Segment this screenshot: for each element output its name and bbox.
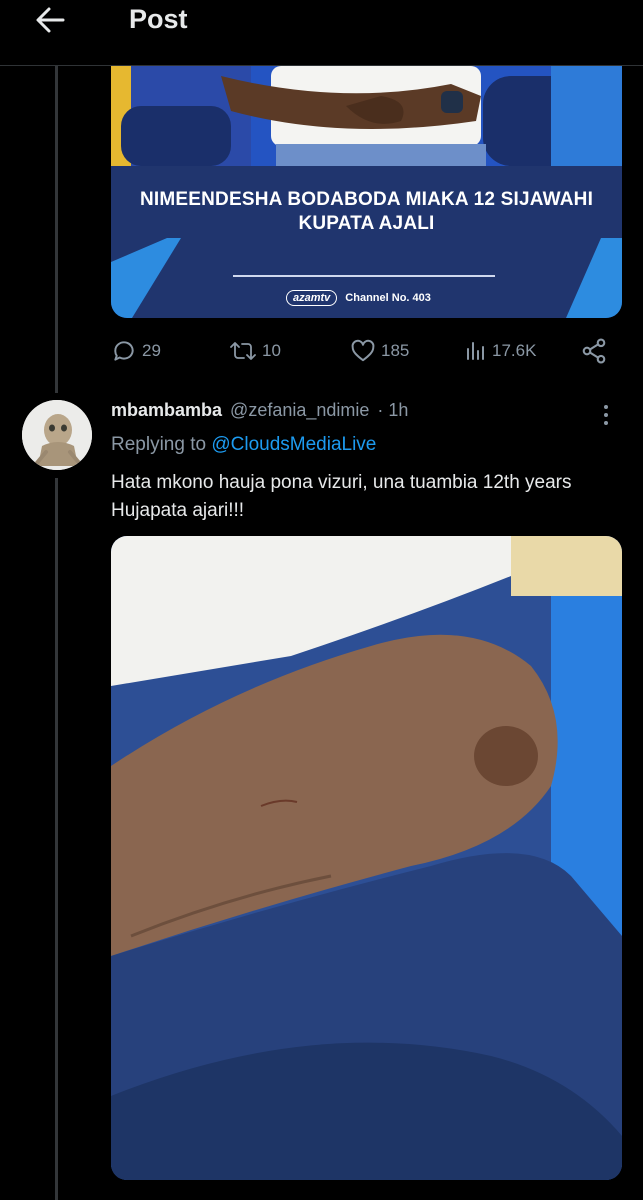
heart-icon (351, 339, 375, 362)
reply-body: Hata mkono hauja pona vizuri, una tuambi… (111, 472, 572, 521)
view-count: 17.6K (492, 341, 537, 360)
author-display-name[interactable]: mbambamba (111, 400, 222, 421)
like-button[interactable]: 185 (350, 337, 409, 365)
share-button[interactable] (580, 337, 608, 365)
back-button[interactable] (30, 2, 70, 38)
post-media-image[interactable]: NIMEENDESHA BODABODA MIAKA 12 SIJAWAHI K… (111, 66, 622, 318)
avatar-image (22, 400, 92, 470)
repost-icon (230, 342, 256, 360)
replying-to-label: Replying to (111, 434, 207, 455)
reply-button[interactable]: 29 (111, 337, 161, 365)
media-headline: NIMEENDESHA BODABODA MIAKA 12 SIJAWAHI K… (139, 189, 594, 234)
arrow-left-icon (36, 7, 65, 33)
reply-thread-line (55, 478, 58, 1200)
elbow-photo (111, 536, 622, 1180)
replying-to: Replying to @CloudsMediaLive (111, 434, 376, 456)
repost-count: 10 (262, 341, 281, 360)
channel-number: Channel No. 403 (345, 292, 431, 304)
avatar[interactable] (22, 400, 92, 470)
like-count: 185 (381, 341, 410, 360)
bar-chart-icon (467, 342, 484, 360)
share-icon (582, 338, 606, 364)
more-dot-icon (604, 421, 608, 425)
reply-count: 29 (142, 341, 161, 360)
more-dot-icon (604, 405, 608, 409)
repost-button[interactable]: 10 (229, 337, 281, 365)
studio-photo-illustration (111, 66, 622, 166)
more-options-button[interactable] (596, 402, 616, 428)
page-title: Post (129, 4, 188, 34)
azamtv-logo: azamtv (286, 290, 338, 306)
studio-photo (111, 66, 622, 166)
replying-to-mention[interactable]: @CloudsMediaLive (211, 434, 376, 455)
reply-author-row: mbambamba @zefania_ndimie · 1h (111, 400, 408, 424)
views-button[interactable]: 17.6K (465, 337, 536, 365)
thread-connector-line (55, 66, 58, 393)
reply-media-image[interactable] (111, 536, 622, 1180)
more-dot-icon (604, 413, 608, 417)
headline-divider (233, 275, 495, 277)
author-handle[interactable]: @zefania_ndimie (230, 400, 369, 421)
reply-icon (114, 341, 134, 361)
top-app-bar: Post (0, 0, 643, 66)
channel-row: azamtv Channel No. 403 (286, 290, 431, 306)
post-time: · 1h (377, 400, 409, 420)
